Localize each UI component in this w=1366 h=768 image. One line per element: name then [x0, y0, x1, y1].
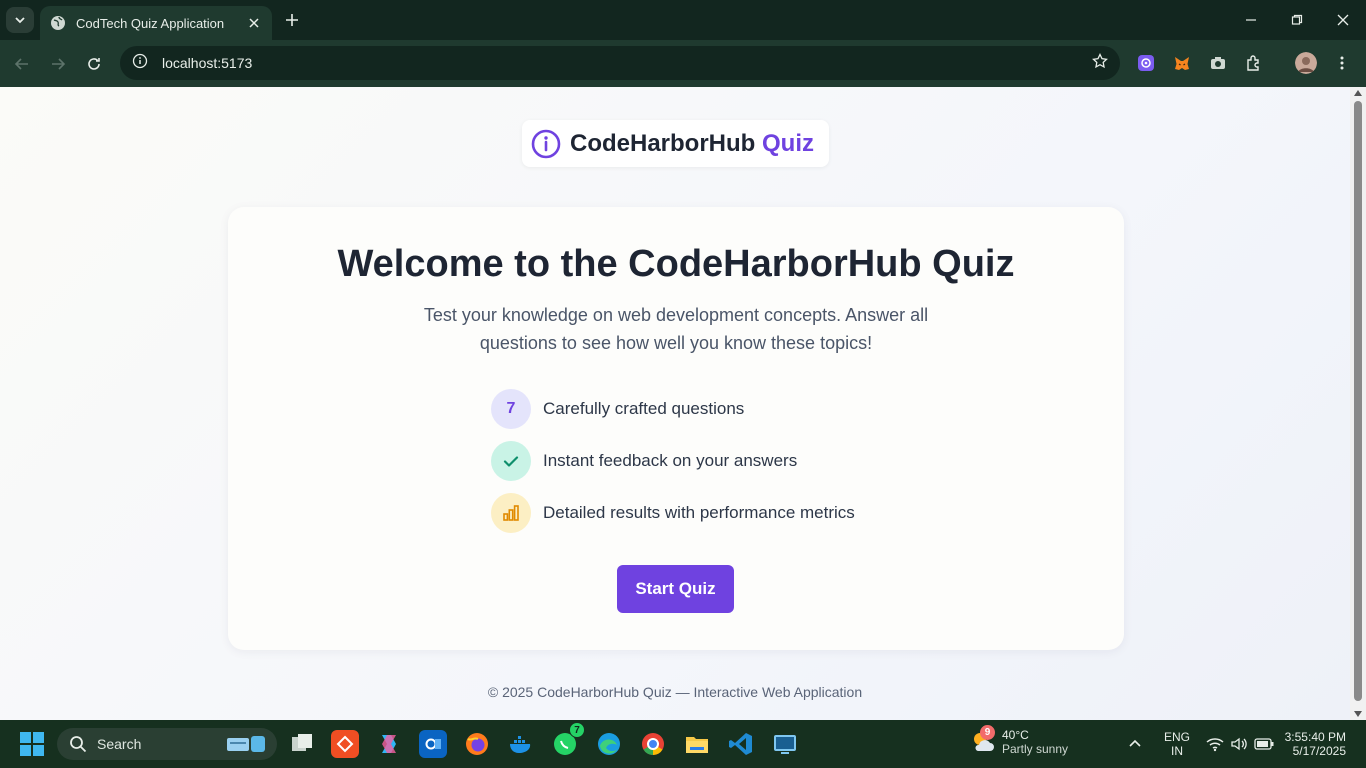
page-scrollbar[interactable] [1350, 87, 1366, 720]
language-indicator[interactable]: ENG IN [1164, 720, 1190, 768]
page-viewport: CodeHarborHub Quiz Welcome to the CodeHa… [0, 87, 1350, 720]
question-count-badge: 7 [491, 389, 531, 429]
site-info-icon[interactable] [132, 53, 148, 74]
tab-title: CodTech Quiz Application [76, 15, 225, 31]
url-text[interactable]: localhost:5173 [162, 55, 1092, 71]
language-region: IN [1171, 744, 1183, 758]
browser-tab[interactable]: CodTech Quiz Application [40, 6, 272, 40]
check-icon [491, 441, 531, 481]
battery-icon[interactable] [1254, 720, 1274, 768]
browser-menu-icon[interactable] [1331, 52, 1353, 74]
page-title: Welcome to the CodeHarborHub Quiz [337, 243, 1015, 285]
restore-icon [1291, 14, 1303, 25]
file-explorer-icon[interactable] [683, 730, 711, 758]
whatsapp-badge: 7 [569, 722, 585, 738]
taskbar-search[interactable]: Search [57, 728, 277, 760]
app-logo: CodeHarborHub Quiz [522, 120, 829, 167]
feature-item: 7 Carefully crafted questions [491, 389, 744, 429]
start-quiz-button[interactable]: Start Quiz [617, 565, 734, 613]
arrow-left-icon [14, 58, 28, 70]
logo-accent: Quiz [762, 129, 815, 157]
page-subtitle: Test your knowledge on web development c… [423, 305, 929, 353]
extension-purple-icon[interactable] [1135, 52, 1157, 74]
temperature: 40°C [1002, 728, 1029, 742]
bar-chart-icon [491, 493, 531, 533]
browser-tab-bar: CodTech Quiz Application [0, 0, 1366, 40]
whatsapp-icon[interactable]: 7 [551, 722, 585, 758]
logo-brand: CodeHarborHub [570, 129, 756, 157]
scroll-up-arrow-icon[interactable] [1354, 90, 1362, 96]
outlook-icon[interactable] [419, 730, 447, 758]
edge-icon[interactable] [595, 730, 623, 758]
arrow-right-icon [52, 58, 66, 70]
partly-sunny-icon: 9 [970, 725, 996, 755]
weather-alert-badge: 9 [980, 725, 995, 740]
weather-text: 40°C Partly sunny [1002, 728, 1068, 756]
anydesk-icon[interactable] [331, 730, 359, 758]
feature-text: Detailed results with performance metric… [543, 503, 855, 522]
back-button[interactable] [9, 51, 35, 77]
scroll-down-arrow-icon[interactable] [1354, 711, 1362, 717]
search-icon [70, 736, 87, 753]
feature-text: Instant feedback on your answers [543, 451, 798, 470]
chevron-up-icon [1129, 739, 1141, 747]
copilot-icon[interactable] [375, 730, 403, 758]
scrollbar-thumb[interactable] [1354, 101, 1362, 701]
tab-search-button[interactable] [6, 7, 34, 33]
new-tab-button[interactable] [282, 10, 302, 30]
camera-icon[interactable] [1207, 52, 1229, 74]
show-hidden-icons-button[interactable] [1128, 720, 1142, 768]
feature-item: Detailed results with performance metric… [491, 493, 855, 533]
reload-icon [88, 58, 100, 70]
page-footer: © 2025 CodeHarborHub Quiz — Interactive … [487, 684, 863, 700]
plus-icon [286, 14, 298, 26]
search-label: Search [97, 736, 142, 752]
firefox-icon[interactable] [463, 730, 491, 758]
volume-icon[interactable] [1230, 720, 1248, 768]
language-code: ENG [1164, 730, 1191, 744]
logo-text: CodeHarborHub Quiz [570, 130, 814, 158]
feature-text: Carefully crafted questions [543, 399, 745, 418]
close-window-button[interactable] [1320, 0, 1366, 40]
welcome-card: Welcome to the CodeHarborHub Quiz Test y… [228, 207, 1124, 650]
clock-date: 5/17/2025 [1292, 744, 1346, 758]
vscode-icon[interactable] [727, 730, 755, 758]
close-tab-icon[interactable] [246, 15, 262, 31]
feature-item: Instant feedback on your answers [491, 441, 797, 481]
chrome-icon[interactable] [639, 730, 667, 758]
globe-icon [50, 15, 66, 31]
remote-desktop-icon[interactable] [771, 730, 799, 758]
weather-condition: Partly sunny [1002, 742, 1069, 756]
reload-button[interactable] [81, 51, 107, 77]
clock-time: 3:55:40 PM [1284, 730, 1346, 744]
browser-toolbar: localhost:5173 [0, 40, 1366, 87]
profile-avatar[interactable] [1295, 52, 1317, 74]
info-circle-icon [531, 129, 561, 158]
forward-button[interactable] [45, 51, 71, 77]
search-highlight-icon [227, 736, 265, 752]
clock[interactable]: 3:55:40 PM 5/17/2025 [1284, 720, 1346, 768]
close-icon [1337, 14, 1349, 26]
windows-taskbar: Search 7 9 40°C Partly sunny ENG IN 3:55… [0, 720, 1366, 768]
minimize-button[interactable] [1228, 0, 1274, 40]
chevron-down-icon [15, 17, 25, 24]
metamask-fox-icon[interactable] [1171, 52, 1193, 74]
docker-icon[interactable] [507, 730, 535, 758]
weather-widget[interactable]: 9 40°C Partly sunny [970, 725, 1068, 756]
task-view-icon[interactable] [288, 730, 316, 758]
wifi-icon[interactable] [1206, 720, 1224, 768]
minimize-icon [1246, 19, 1256, 21]
restore-button[interactable] [1274, 0, 1320, 40]
bookmark-star-icon[interactable] [1092, 52, 1108, 74]
extensions-puzzle-icon[interactable] [1243, 52, 1265, 74]
address-bar[interactable]: localhost:5173 [120, 46, 1120, 80]
windows-start-icon[interactable] [18, 730, 46, 758]
